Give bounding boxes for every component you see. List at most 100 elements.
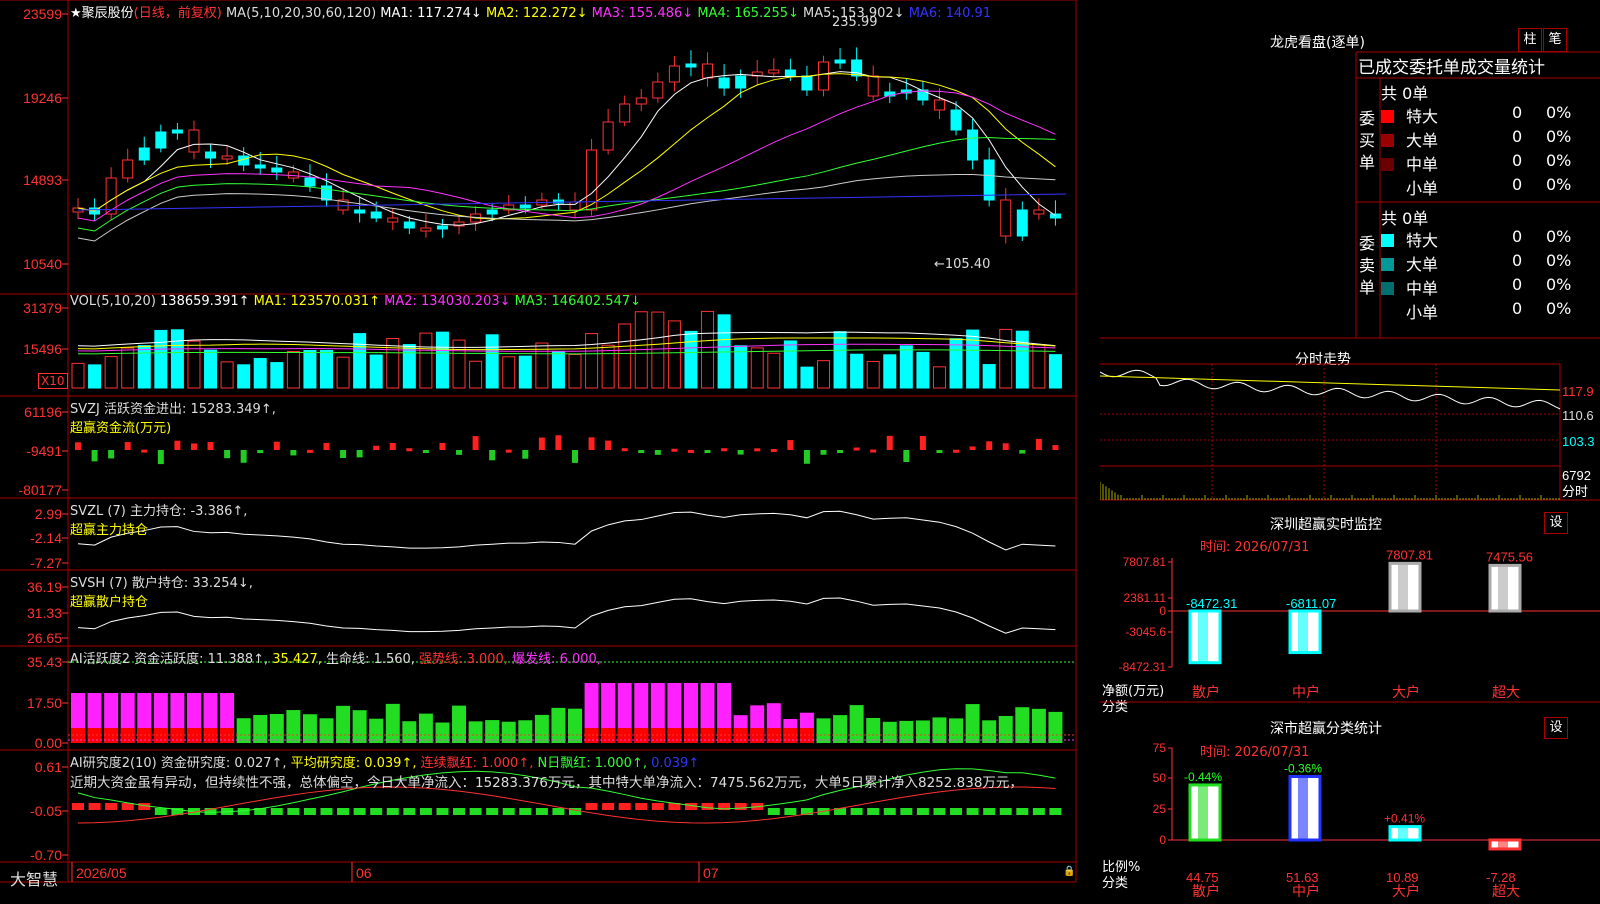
- ai-research-comment: 近期大资金虽有异动，但持续性不强，总体偏空，今日大单净流入：15283.376万…: [70, 775, 1023, 791]
- intraday-axis-label: 103.3: [1562, 434, 1595, 449]
- svzl-axis-label: 2.99: [35, 506, 62, 522]
- ai-research-bar: [1032, 808, 1045, 815]
- ai-research-bar: [154, 808, 167, 815]
- sz-class-settings-button[interactable]: 设: [1544, 717, 1568, 739]
- sell-orders-label: 委卖单: [1359, 234, 1376, 297]
- ai-active-axis-label: 17.50: [27, 695, 62, 711]
- chart-change-label: -0.36%: [1284, 761, 1322, 775]
- svzj-bar: [75, 442, 81, 450]
- volume-axis-label: 31379: [23, 300, 62, 316]
- svzj-bar: [157, 450, 164, 465]
- ai-research-axis-label: -0.70: [30, 847, 62, 863]
- order-type: 中单: [1406, 279, 1439, 298]
- tick-mode-button[interactable]: 笔: [1543, 28, 1567, 52]
- volume-bar: [949, 338, 963, 389]
- svzl-value: SVZL (7) 主力持仓: -3.386↑,: [70, 504, 248, 519]
- volume-bar: [104, 356, 118, 389]
- svzj-bar: [505, 449, 512, 453]
- volume-bar: [220, 361, 234, 389]
- kline-area[interactable]: 23599 19246 14893 10540 31379 15496 61196 -9491…: [0, 0, 1100, 900]
- svzj-bar: [439, 442, 446, 450]
- sz-monitor-settings-button[interactable]: 设: [1544, 512, 1568, 534]
- svzj-bar: [522, 450, 529, 459]
- price-pane-header: ★聚辰股份(日线，前复权) MA(5,10,20,30,60,120) MA1:…: [70, 2, 991, 21]
- volume-bar: [204, 349, 218, 389]
- brand-logo[interactable]: 大智慧: [0, 866, 68, 890]
- svzj-bar: [555, 435, 562, 450]
- volume-bar: [88, 364, 102, 389]
- svzj-bar: [323, 442, 330, 450]
- lock-icon[interactable]: 🔒: [1063, 866, 1075, 877]
- svzj-bar: [356, 450, 363, 458]
- ai-active-legend-item-3: 强势线: 3.000,: [414, 652, 508, 667]
- ai-research-bar: [469, 808, 482, 815]
- ai-research-bar: [486, 808, 499, 815]
- volume-bar: [916, 351, 930, 389]
- svzj-bar: [737, 450, 744, 455]
- volume-legend-item-3: MA2: 134030.203↓: [380, 294, 511, 309]
- sz-monitor-title: 深圳超赢实时监控: [1270, 517, 1382, 533]
- candle-body: [967, 129, 979, 161]
- ai-research-bar: [320, 808, 333, 815]
- ai-active-legend-item-0: AI活跃度2 资金活跃度: 11.388↑,: [70, 652, 269, 667]
- ai-research-bar: [916, 808, 929, 815]
- candle-body: [205, 151, 217, 159]
- chart-axis-label: 75: [1153, 741, 1167, 755]
- ai-research-bar: [502, 808, 515, 815]
- ai-research-bar: [386, 808, 399, 815]
- chart-bar: [1388, 825, 1422, 842]
- chart-axis-label: -3045.6: [1125, 625, 1166, 639]
- ai-research-legend-item-0: AI研究度2(10) 资金研究度: 0.027↑,: [70, 756, 287, 771]
- ai-active-red-base: [683, 728, 698, 743]
- volume-bar: [767, 352, 781, 389]
- volume-unit[interactable]: X10: [38, 373, 68, 389]
- intraday-volume-value: 6792: [1562, 468, 1591, 483]
- sz-class-title: 深市超赢分类统计: [1270, 721, 1382, 737]
- svzj-bar: [853, 447, 860, 451]
- ai-research-bar: [983, 808, 996, 815]
- side-panel: 龙虎看盘(逐单) 柱 笔 已成交委托单成交量统计 委买单 委卖单 共 0单 共 …: [1100, 0, 1600, 900]
- svzj-bar: [754, 448, 761, 452]
- svzj-bar: [207, 441, 214, 450]
- chart-bar-shade: [1198, 784, 1208, 840]
- ai-research-bar: [436, 808, 449, 815]
- candle-body: [950, 109, 962, 131]
- svzj-bar: [108, 450, 115, 459]
- volume-bar: [187, 340, 201, 389]
- chart-mode[interactable]: (日线，前复权): [134, 6, 222, 21]
- ai-research-axis-label: 0.61: [35, 759, 62, 775]
- stock-name[interactable]: 聚辰股份: [82, 6, 134, 21]
- price-axis-label: 14893: [23, 172, 62, 188]
- intraday-axis-label: 117.9: [1562, 384, 1594, 399]
- price-axis-label: 23599: [23, 6, 62, 22]
- order-pct: 0%: [1546, 299, 1572, 318]
- candle-body: [983, 159, 995, 201]
- intraday-axis-label: 110.6: [1562, 408, 1594, 423]
- chart-value-label: 44.75: [1186, 870, 1219, 885]
- svzj-bar: [572, 450, 578, 463]
- svsh-value: SVSH (7) 散户持仓: 33.254↓,: [70, 576, 253, 591]
- chart-bar: [1188, 783, 1222, 842]
- ai-active-legend-item-4: 爆发线: 6.000,: [507, 652, 601, 667]
- volume-bar: [667, 320, 681, 389]
- ma-legend-item-5: MA5: 153.902↓: [798, 6, 905, 21]
- order-count: 0: [1512, 251, 1523, 270]
- ai-research-bar: [105, 803, 118, 810]
- volume-bar: [253, 358, 267, 389]
- order-count: 0: [1512, 103, 1523, 122]
- svzj-bar: [721, 448, 728, 452]
- volume-bar: [402, 344, 416, 389]
- volume-bar: [817, 360, 830, 389]
- order-color-swatch: [1381, 282, 1394, 295]
- svzj-bar: [605, 440, 612, 450]
- svzj-bar: [422, 450, 429, 453]
- bar-mode-button[interactable]: 柱: [1518, 28, 1542, 52]
- ai-research-bar: [1049, 808, 1062, 815]
- svzl-header: SVZL (7) 主力持仓: -3.386↑, 超赢主力持仓: [70, 500, 247, 538]
- side-panel-canvas: 117.9110.6103.36792分时7807.812381.110-304…: [1100, 51, 1600, 900]
- volume-bar: [701, 310, 715, 389]
- dragon-tabs[interactable]: 已成交委托单成交量统计: [1358, 53, 1545, 78]
- chart-bar-shade: [1298, 776, 1308, 840]
- order-type: 大单: [1406, 255, 1439, 274]
- order-count: 0: [1512, 175, 1523, 194]
